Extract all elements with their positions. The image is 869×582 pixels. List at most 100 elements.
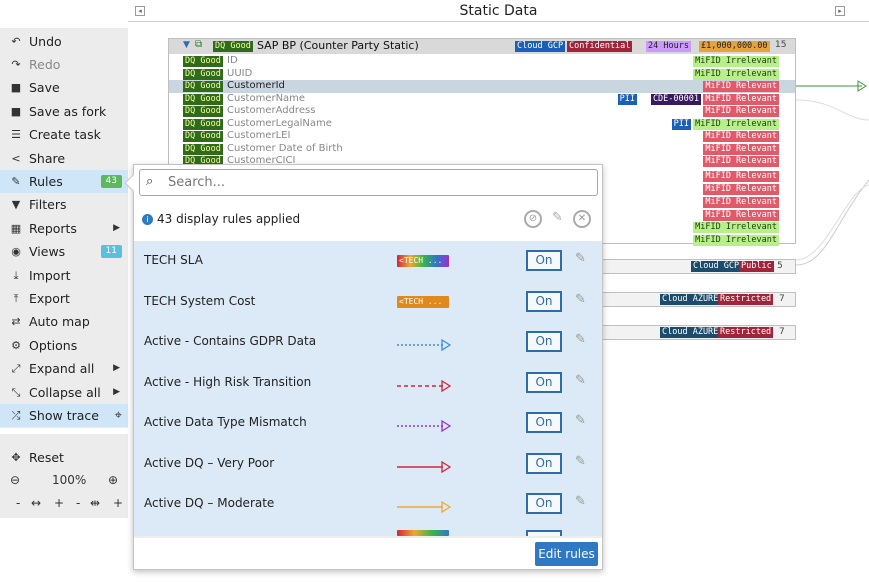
table-row[interactable]: DQ Good CustomerLEI MiFID Relevant [169,130,795,143]
rule-toggle-button[interactable]: On [526,412,562,433]
pencil-icon[interactable]: ✎ [575,413,586,428]
cloud-tag: Cloud GCP [691,261,742,272]
cde-tag: CDE-00001 [650,93,701,105]
collapse-right-icon[interactable]: ▸ [835,6,845,16]
rule-toggle-button[interactable]: On [526,452,562,474]
pii-tag: PII [617,93,637,105]
sidebar-item-label: Undo [29,34,62,49]
sidebar-item-collapse-all[interactable]: ⤡ Collapse all ▶ [0,381,128,404]
sidebar-item-rules[interactable]: ✎ Rules 43 [0,170,128,193]
rule-line-sample [397,500,452,514]
rule-toggle-button[interactable]: On [526,250,562,271]
dq-badge: DQ Good [183,143,223,155]
cloud-tag: Cloud GCP [515,41,566,52]
rule-toggle-button[interactable]: On [526,371,562,393]
edit-rules-button[interactable]: Edit rules [535,542,598,566]
mifid-tag: MiFID Irrelevant [693,222,779,234]
count-badge: 11 [100,245,122,258]
clear-all-icon[interactable]: ✕ [573,210,591,228]
fit-height-icon[interactable]: ⇹ [90,492,100,515]
dataset-row[interactable]: Cloud AZURE Restricted 7 [600,325,796,340]
sidebar-item-undo[interactable]: ↶ Undo [0,30,128,53]
pencil-icon[interactable]: ✎ [575,454,586,469]
sidebar-item-label: Rules [29,174,63,189]
zoom-in-icon[interactable]: ⊕ [108,469,118,492]
brush-icon: ✎ [11,175,21,188]
sidebar-item-views[interactable]: ◉ Views 11 [0,240,128,263]
rule-toggle-button[interactable]: On [526,331,562,352]
rules-list[interactable]: TECH SLA <TECH ... On ✎ TECH System Cost <TEC… [134,241,602,536]
rule-item[interactable]: Active - High Risk Transition On ✎ [134,363,602,403]
zoom-level: 100% [52,473,87,487]
toggle-all-icon[interactable]: ⊘ [524,210,542,228]
table-row[interactable]: DQ Good UUID MiFID Irrelevant [169,68,795,81]
table-row[interactable]: DQ Good CustomerName PII CDE-00001 MiFID Rel… [169,93,795,106]
table-row[interactable]: DQ Good CustomerId MiFID Relevant [169,80,795,93]
rule-toggle-button[interactable]: On [526,290,562,312]
dataset-row[interactable]: Cloud GCP Public 5 [600,259,796,274]
sidebar-item-label: Save as fork [29,104,107,119]
rule-item[interactable]: TECH System Cost <TECH ... On ✎ [134,282,602,322]
width-minus-icon[interactable]: - [16,492,20,515]
table-row[interactable]: DQ Good CustomerAddress MiFID Relevant [169,105,795,118]
fit-width-icon[interactable]: ↔ [31,492,41,515]
table-row[interactable]: DQ Good CustomerLegalName PII MiFID Irrelev… [169,118,795,131]
table-row[interactable]: DQ Good Customer Date of Birth MiFID Relev… [169,143,795,156]
cloud-tag: Cloud AZURE [660,327,721,338]
external-link-icon[interactable]: ⧉ [195,39,202,50]
pencil-icon[interactable]: ✎ [575,251,586,266]
sidebar-item-save-as-fork[interactable]: ■ Save as fork [0,100,128,123]
sidebar-item-label: Views [29,244,66,259]
save-fork-icon: ■ [10,105,22,118]
sidebar-item-share[interactable]: < Share [0,147,128,170]
table-row[interactable]: DQ Good ID MiFID Irrelevant [169,55,795,68]
pencil-icon[interactable]: ✎ [575,494,586,509]
height-minus-icon[interactable]: - [76,492,80,515]
edit-all-icon[interactable]: ✎ [552,210,563,225]
sidebar-item-save[interactable]: ■ Save [0,76,128,99]
pencil-icon[interactable]: ✎ [575,292,586,307]
dataset-row[interactable]: Cloud AZURE Restricted 7 [600,292,796,307]
sidebar-item-label: Save [29,80,60,95]
field-name: CustomerName [227,92,306,104]
pencil-icon[interactable]: ✎ [575,332,586,347]
rule-line-sample [397,379,452,392]
sidebar-item-import[interactable]: ⤓ Import [0,264,128,287]
sidebar-item-export[interactable]: ⤒ Export [0,287,128,310]
chevron-right-icon: ▶ [113,387,120,397]
rule-item[interactable]: Active Data Type Mismatch On ✎ [134,403,602,443]
sidebar-item-filters[interactable]: ▼ Filters [0,193,128,216]
rule-toggle-button[interactable]: On [526,493,562,514]
dataset-header[interactable]: ▼ ⧉ DQ Good SAP BP (Counter Party Static… [169,39,795,54]
width-plus-icon[interactable]: + [54,492,64,515]
move-icon: ✥ [11,451,21,464]
rule-item[interactable]: Active DQ – Moderate On ✎ [134,484,602,524]
rule-item[interactable]: Active - Contains GDPR Data On ✎ [134,322,602,362]
mifid-tag: MiFID Relevant [703,93,779,105]
rule-item[interactable]: TECH SLA <TECH ... On ✎ [134,241,602,281]
search-box[interactable]: ⌕ [139,169,598,196]
height-plus-icon[interactable]: + [113,492,123,515]
sidebar-item-expand-all[interactable]: ⤢ Expand all ▶ [0,357,128,380]
mifid-tag: MiFID Relevant [703,106,779,117]
pencil-icon[interactable]: ✎ [575,373,586,388]
sidebar-item-show-trace[interactable]: ⤮ Show trace ⌖ [0,404,128,427]
shuffle-icon: ⤮ [11,409,21,422]
reset-button[interactable]: ✥ Reset [0,446,128,469]
search-input[interactable] [166,173,586,192]
field-name: Customer Date of Birth [227,142,343,154]
crosshair-icon[interactable]: ⌖ [115,404,122,427]
sidebar-item-reports[interactable]: ▦ Reports ▶ [0,217,128,240]
sidebar-item-auto-map[interactable]: ⇄ Auto map [0,310,128,333]
rule-item-partial[interactable] [134,525,602,536]
sidebar-item-options[interactable]: ⚙ Options [0,334,128,357]
sidebar-item-label: Reports [29,221,77,236]
rule-item[interactable]: Active DQ – Very Poor On ✎ [134,444,602,484]
dq-badge: DQ Good [183,81,223,92]
chevron-down-icon[interactable]: ▼ [183,40,190,50]
sidebar-item-redo[interactable]: ↷ Redo [0,53,128,76]
dq-badge: DQ Good [183,93,223,105]
sidebar-item-create-task[interactable]: ☰ Create task [0,123,128,146]
field-name: CustomerLEI [227,130,291,141]
zoom-out-icon[interactable]: ⊖ [10,469,20,492]
